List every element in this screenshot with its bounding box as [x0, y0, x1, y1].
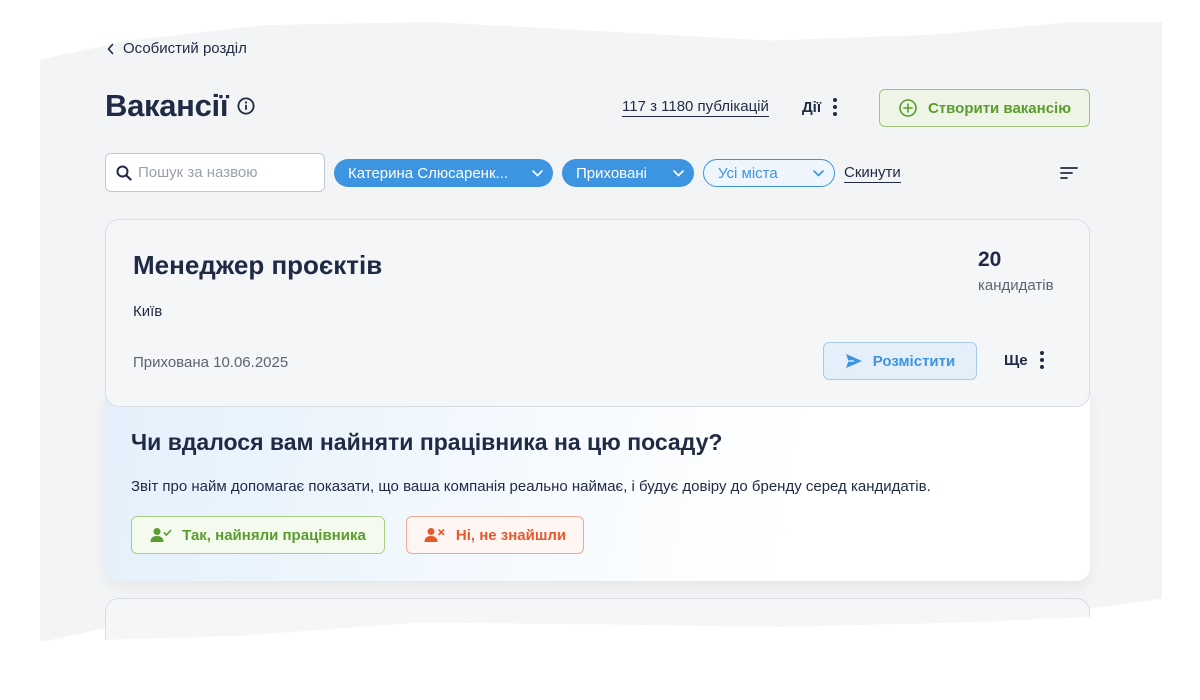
job-city: Київ [133, 303, 163, 320]
city-filter-dropdown[interactable]: Усі міста [703, 159, 835, 187]
actions-label: Дії [802, 98, 822, 116]
job-title[interactable]: Менеджер проєктів [133, 250, 382, 281]
candidates-count[interactable]: 20 [978, 248, 1001, 272]
page-title: Вакансії [105, 88, 229, 123]
user-check-icon [150, 528, 172, 542]
hire-survey-panel: Чи вдалося вам найняти працівника на цю … [105, 392, 1090, 581]
place-vacancy-label: Розмістити [872, 352, 956, 370]
survey-question: Чи вдалося вам найняти працівника на цю … [131, 429, 723, 455]
hired-yes-label: Так, найняли працівника [182, 526, 366, 544]
hired-no-button[interactable]: Ні, не знайшли [406, 516, 584, 554]
candidates-label: кандидатів [978, 277, 1054, 294]
job-status: Прихована 10.06.2025 [133, 354, 289, 371]
publications-count-link[interactable]: 117 з 1180 публікацій [622, 98, 769, 117]
status-filter-label: Приховані [576, 164, 647, 182]
breadcrumb[interactable]: Особистий розділ [106, 40, 247, 57]
status-filter-dropdown[interactable]: Приховані [562, 159, 694, 187]
job-more-menu-button[interactable]: Ще [1004, 351, 1044, 369]
breadcrumb-label: Особистий розділ [123, 40, 247, 57]
sort-icon[interactable] [1060, 166, 1078, 180]
hired-yes-button[interactable]: Так, найняли працівника [131, 516, 385, 554]
recruiter-filter-dropdown[interactable]: Катерина Слюсаренк... [334, 159, 553, 187]
search-input[interactable] [138, 164, 308, 181]
send-icon [845, 354, 862, 368]
job-more-label: Ще [1004, 351, 1028, 369]
survey-note: Звіт про найм допомагає показати, що ваш… [131, 478, 931, 495]
more-vertical-icon [833, 98, 838, 116]
search-field [105, 153, 325, 192]
create-vacancy-label: Створити вакансію [927, 99, 1072, 117]
actions-menu-button[interactable]: Дії [802, 98, 838, 116]
more-vertical-icon [1039, 351, 1044, 369]
hired-no-label: Ні, не знайшли [455, 526, 567, 544]
chevron-down-icon [532, 169, 543, 176]
place-vacancy-button[interactable]: Розмістити [823, 342, 977, 380]
search-icon [116, 165, 132, 181]
chevron-left-icon [107, 43, 114, 54]
recruiter-filter-label: Катерина Слюсаренк... [348, 164, 509, 182]
chevron-down-icon [813, 169, 824, 176]
city-filter-label: Усі міста [718, 164, 778, 182]
create-vacancy-button[interactable]: Створити вакансію [879, 89, 1090, 127]
reset-filters-link[interactable]: Скинути [844, 164, 901, 183]
title-row: Вакансії [105, 88, 256, 124]
info-icon[interactable] [236, 96, 256, 116]
job-card: Менеджер проєктів Київ Прихована 10.06.2… [105, 219, 1090, 407]
user-x-icon [424, 528, 445, 542]
chevron-down-icon [673, 169, 684, 176]
plus-circle-icon [899, 99, 917, 117]
